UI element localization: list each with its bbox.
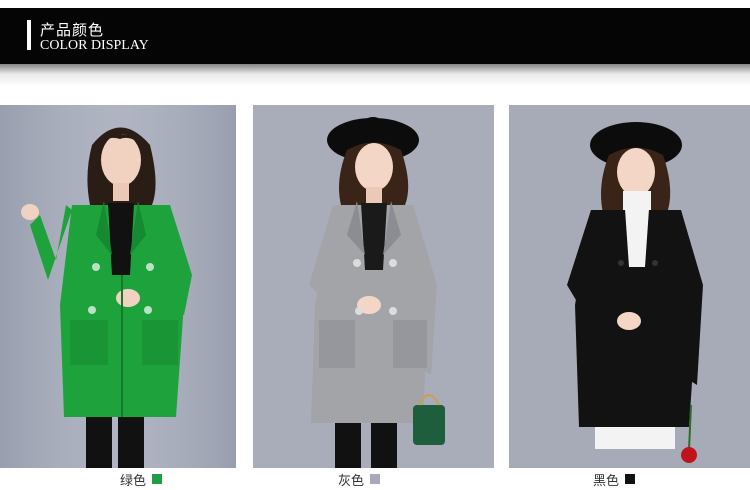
banner-title-cn: 产品颜色	[40, 21, 105, 39]
coat-button	[353, 259, 361, 267]
color-name: 绿色	[120, 473, 147, 489]
color-label-gray[interactable]: 灰色	[338, 470, 381, 489]
coat-pocket	[319, 320, 355, 368]
color-label-green[interactable]: 绿色	[120, 470, 163, 489]
color-name: 灰色	[338, 473, 365, 489]
color-name: 黑色	[593, 473, 620, 489]
model-face	[355, 143, 393, 191]
banner-title-en: COLOR DISPLAY	[40, 38, 149, 53]
model-face	[101, 134, 141, 186]
color-swatch	[625, 474, 636, 484]
product-photo-gray[interactable]	[253, 105, 494, 468]
green-handbag	[413, 405, 445, 445]
product-photo-green[interactable]	[0, 105, 236, 468]
coat-button	[92, 263, 100, 271]
color-swatch	[152, 474, 163, 484]
model-legs	[86, 410, 112, 468]
coat-button	[618, 260, 624, 266]
color-label-black[interactable]: 黑色	[593, 470, 636, 489]
color-swatch	[370, 474, 381, 484]
model-face	[617, 148, 655, 196]
red-rose	[681, 447, 697, 463]
color-display-banner: 产品颜色 COLOR DISPLAY	[0, 8, 750, 64]
vertical-bar-icon	[27, 20, 31, 50]
banner-shadow	[0, 64, 750, 86]
coat-pocket	[70, 320, 108, 365]
product-photo-black[interactable]	[509, 105, 750, 468]
